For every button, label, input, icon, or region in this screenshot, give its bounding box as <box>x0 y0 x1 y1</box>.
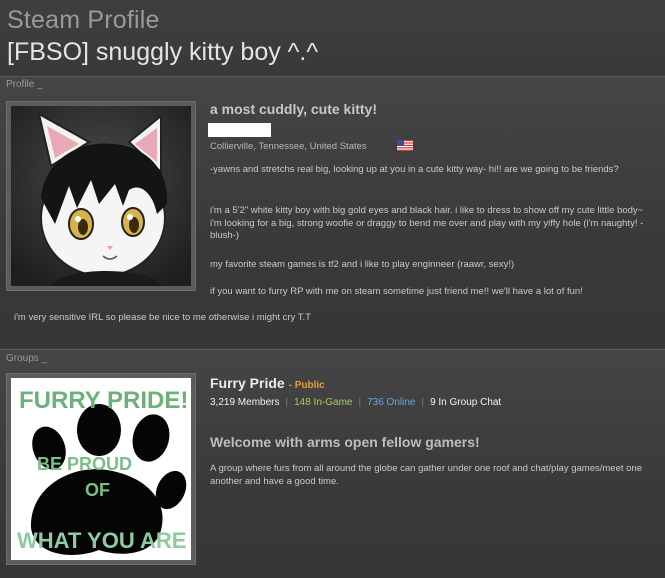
group-name[interactable]: Furry Pride - Public <box>210 375 325 391</box>
group-name-link[interactable]: Furry Pride <box>210 375 285 391</box>
group-logo[interactable]: FURRY PRIDE! BE PROUD OF WHAT YOU ARE <box>11 378 191 560</box>
group-headline: Welcome with arms open fellow gamers! <box>210 434 480 450</box>
profile-summary-line: my favorite steam games is tf2 and i lik… <box>210 259 515 270</box>
divider <box>0 76 665 77</box>
group-logo-frame: FURRY PRIDE! BE PROUD OF WHAT YOU ARE <box>6 373 196 565</box>
avatar-frame <box>6 101 196 291</box>
profile-headline: a most cuddly, cute kitty! <box>210 101 377 117</box>
profile-section-label: Profile _ <box>6 79 43 90</box>
group-chat-count: 9 In Group Chat <box>430 397 502 408</box>
redacted-real-name <box>208 123 271 137</box>
group-stats: 3,219 Members | 148 In-Game | 736 Online | 9 I… <box>210 397 501 408</box>
groups-section-label: Groups _ <box>6 353 48 364</box>
profile-summary-line: i'm a 5'2" white kitty boy with big gold… <box>210 205 644 241</box>
profile-summary-line: -yawns and stretchs real big, looking up… <box>210 164 619 175</box>
page-title: Steam Profile <box>7 6 160 34</box>
us-flag-icon <box>397 140 413 151</box>
logo-lettering: OF <box>85 480 110 500</box>
group-members-count: 3,219 Members <box>210 397 280 408</box>
profile-summary-line: i'm very sensitive IRL so please be nice… <box>14 312 311 323</box>
separator: | <box>358 397 362 408</box>
avatar[interactable] <box>11 106 191 286</box>
logo-lettering: WHAT YOU ARE <box>17 528 186 553</box>
logo-lettering: FURRY PRIDE! <box>19 387 188 414</box>
paw-print-logo: FURRY PRIDE! BE PROUD OF WHAT YOU ARE <box>11 378 191 560</box>
cat-avatar-image <box>11 106 191 286</box>
group-in-game-count: 148 In-Game <box>294 397 353 408</box>
profile-name: [FBSO] snuggly kitty boy ^.^ <box>7 38 319 66</box>
separator: | <box>421 397 425 408</box>
group-visibility: - Public <box>288 380 325 391</box>
group-summary: A group where furs from all around the g… <box>210 463 642 487</box>
separator: | <box>285 397 289 408</box>
logo-lettering: BE PROUD <box>37 454 132 474</box>
page-header: Steam Profile [FBSO] snuggly kitty boy ^… <box>0 0 665 76</box>
profile-location: Collierville, Tennessee, United States <box>210 141 367 152</box>
group-online-count: 736 Online <box>367 397 416 408</box>
profile-summary-line: if you want to furry RP with me on steam… <box>210 286 583 297</box>
divider <box>0 349 665 350</box>
